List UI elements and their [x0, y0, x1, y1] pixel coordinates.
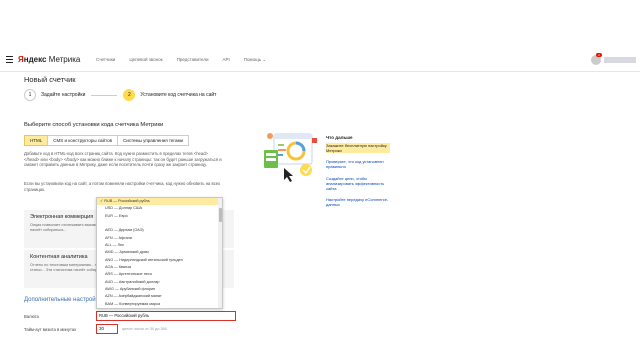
- next-steps-title: Что дальше: [326, 135, 353, 140]
- currency-option[interactable]: AED — Дирхам (ОАЭ): [97, 227, 222, 234]
- dropdown-separator: [97, 220, 222, 227]
- currency-dropdown[interactable]: ✓ RUB — Российский рубль USD — Доллар СШ…: [96, 197, 223, 309]
- install-description: Добавьте код в HTML-код всех страниц сай…: [24, 151, 222, 168]
- ecommerce-setup-link[interactable]: Настройте передачу eCommerce-данных: [326, 197, 390, 207]
- setup-illustration: [264, 133, 317, 182]
- notification-badge: 2: [596, 53, 602, 57]
- nav-counters[interactable]: Счетчики: [96, 57, 115, 63]
- currency-option[interactable]: AUD — Австралийский доллар: [97, 279, 222, 286]
- currency-option[interactable]: BAM — Конвертируемая марка: [97, 301, 222, 308]
- step-1-label[interactable]: Задайте настройки: [41, 92, 85, 98]
- currency-option[interactable]: USD — Доллар США: [97, 205, 222, 212]
- currency-label: Валюта: [24, 314, 39, 319]
- currency-option[interactable]: AFN — Афгани: [97, 235, 222, 242]
- tab-tag-managers[interactable]: Системы управления тегами: [116, 135, 190, 146]
- currency-select[interactable]: RUB — Российский рубль: [96, 311, 236, 321]
- page-title: Новый счетчик: [24, 75, 76, 84]
- nav-api[interactable]: API: [223, 57, 230, 63]
- step-1-number: 1: [24, 89, 36, 101]
- currency-option[interactable]: ANG — Нидерландский антильский гульден: [97, 257, 222, 264]
- check-code-link[interactable]: Проверьте, что код установлен правильно: [326, 159, 390, 169]
- order-setup-link[interactable]: Закажите бесплатную настройку Метрики: [326, 143, 390, 154]
- step-divider: [91, 94, 118, 96]
- currency-option[interactable]: AWG — Арубанский флорин: [97, 286, 222, 293]
- currency-option[interactable]: EUR — Евро: [97, 213, 222, 220]
- content-analytics-title: Контентная аналитика: [30, 254, 88, 260]
- ecommerce-title: Электронная коммерция: [30, 214, 94, 220]
- user-name-placeholder[interactable]: [604, 57, 636, 63]
- currency-option[interactable]: ALL — Лек: [97, 242, 222, 249]
- wizard-steps: 1 Задайте настройки 2 Установите код сче…: [24, 88, 216, 102]
- nav-help[interactable]: Помощь ⌄: [244, 57, 266, 63]
- timeout-input[interactable]: 30: [96, 324, 118, 334]
- tab-cms[interactable]: CMS и конструкторы сайтов: [47, 135, 118, 146]
- dropdown-scrollbar[interactable]: [218, 198, 222, 308]
- logo[interactable]: Яндекс Метрика: [18, 55, 80, 64]
- currency-option-selected[interactable]: ✓ RUB — Российский рубль: [97, 198, 222, 206]
- menu-icon[interactable]: [6, 56, 13, 63]
- create-goals-link[interactable]: Создайте цели, чтобы анализировать эффек…: [326, 176, 390, 192]
- install-method-title: Выберите способ установки кода счетчика …: [24, 122, 164, 128]
- timeout-label: Тайм-аут визита в минутах: [24, 327, 77, 332]
- top-bar: Яндекс Метрика Счетчики Целевой звонок П…: [0, 50, 640, 72]
- currency-option[interactable]: AMD — Армянский драм: [97, 249, 222, 256]
- nav-representatives[interactable]: Представители: [177, 57, 209, 63]
- scrollbar-thumb[interactable]: [218, 208, 222, 222]
- timeout-hint: целое число от 30 до 360: [122, 327, 167, 331]
- top-nav: Счетчики Целевой звонок Представители AP…: [96, 57, 266, 63]
- tab-html[interactable]: HTML: [24, 135, 49, 146]
- currency-option[interactable]: ARS — Аргентинское песо: [97, 271, 222, 278]
- install-tabs: HTML CMS и конструкторы сайтов Системы у…: [24, 135, 190, 146]
- nav-target-call[interactable]: Целевой звонок: [129, 57, 162, 63]
- step-2-label: Установите код счетчика на сайт: [140, 92, 217, 98]
- install-description-2: Если вы установили код на сайт, а потом …: [24, 181, 221, 192]
- step-2-number: 2: [123, 89, 136, 101]
- extra-settings-title[interactable]: Дополнительные настройки: [24, 297, 102, 303]
- avatar[interactable]: 2: [591, 53, 602, 65]
- currency-option[interactable]: AOA — Кванза: [97, 264, 222, 271]
- currency-option[interactable]: AZN — Азербайджанский манат: [97, 293, 222, 300]
